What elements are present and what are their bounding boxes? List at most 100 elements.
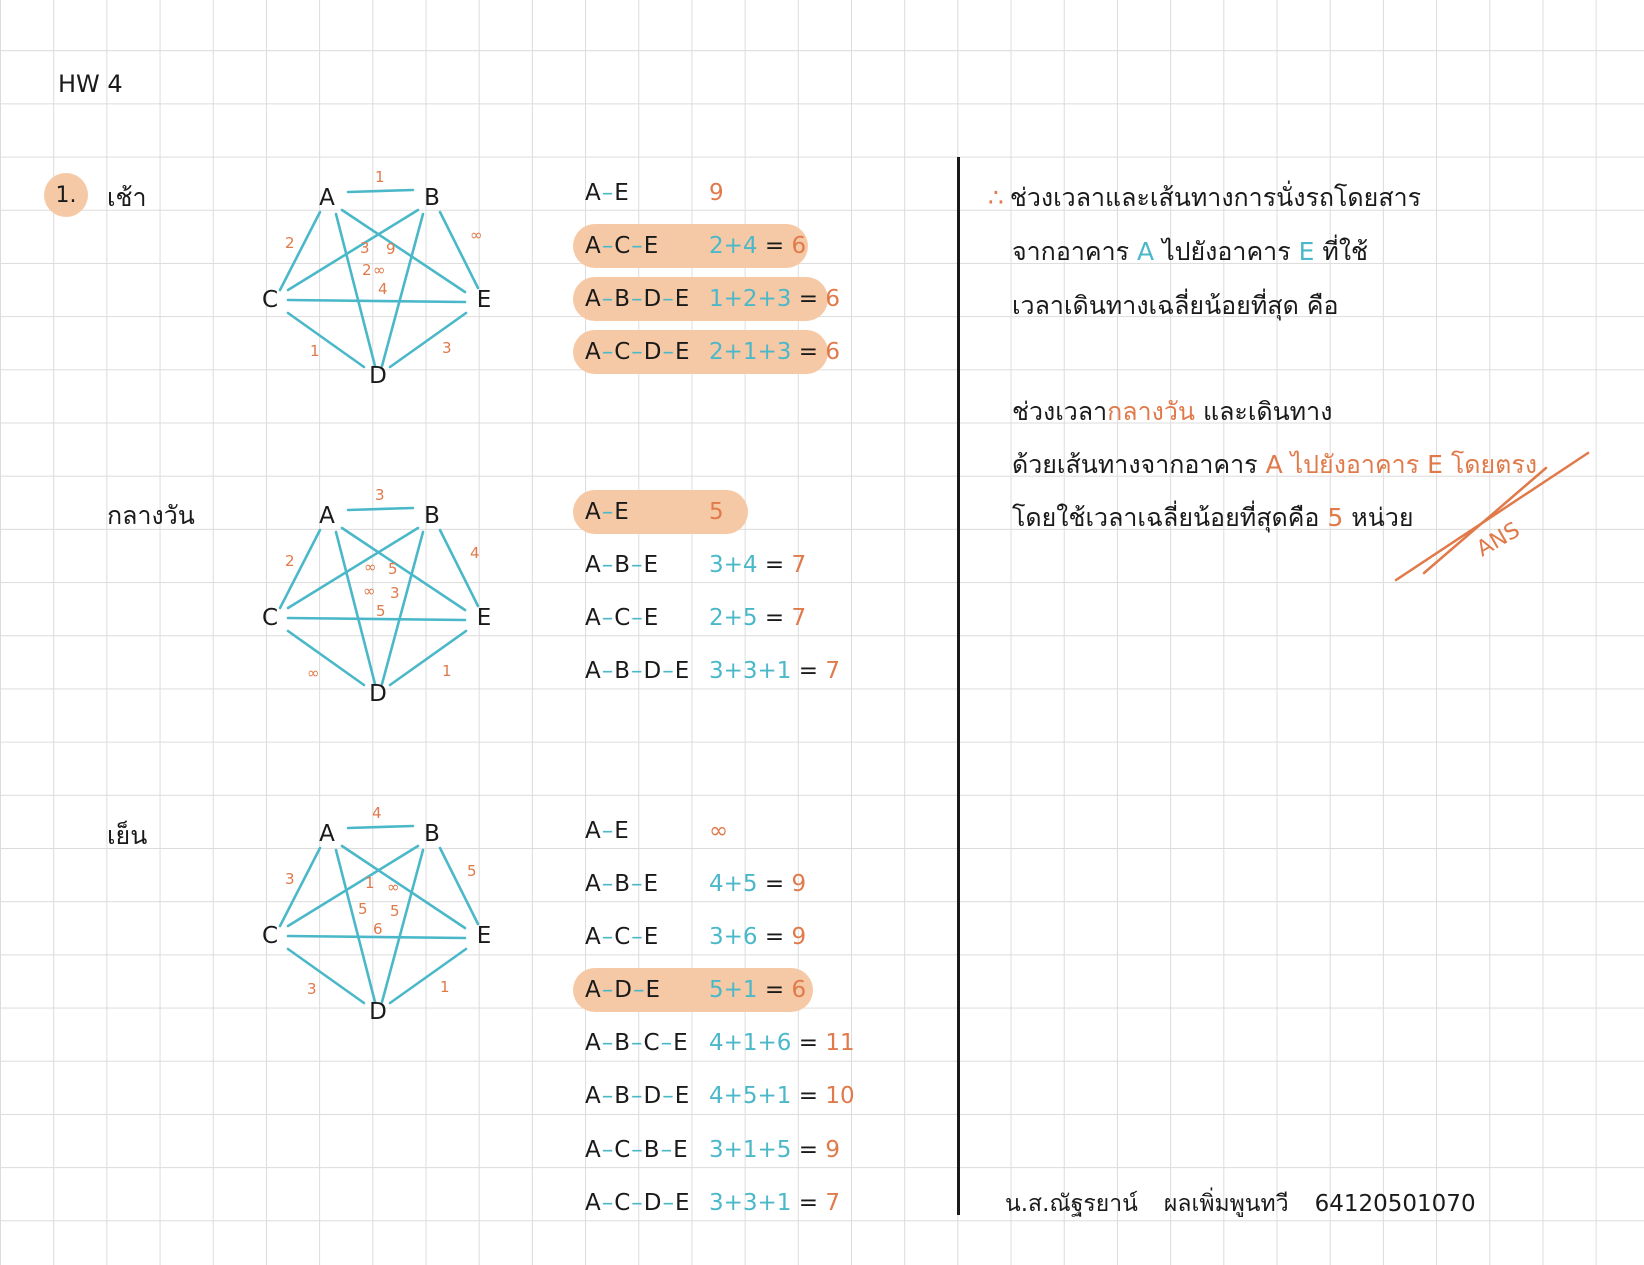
route-sum: 3+6 [709, 924, 758, 950]
route-node: A [585, 286, 602, 312]
route-sum: 5+1 [709, 977, 758, 1003]
route-dash: – [631, 1030, 644, 1056]
route-calc: 5 [709, 499, 724, 525]
edge-de [388, 947, 468, 1005]
route-path: A–B–D–E [585, 658, 709, 684]
route-sum: 2+4 [709, 233, 758, 259]
route-dash: – [631, 658, 644, 684]
node-d: D [369, 363, 387, 389]
route-dash: – [631, 871, 644, 897]
node-d: D [369, 999, 387, 1025]
route-equals: = [757, 552, 792, 578]
route-result: 7 [825, 1190, 840, 1216]
route-calc: 3+3+1 = 7 [709, 658, 840, 684]
route-node: C [614, 1137, 632, 1163]
node-a: A [319, 821, 335, 847]
route-equals: = [757, 871, 792, 897]
weight-ae: ∞ [373, 261, 386, 279]
edge-ad [334, 848, 377, 1004]
answer-text-4a: ช่วงเวลา [1012, 397, 1108, 426]
route-node: B [614, 552, 632, 578]
weight-bd: ∞ [387, 878, 400, 896]
edge-bd [380, 530, 425, 686]
answer-text-2c: ไปยังอาคาร [1162, 237, 1291, 266]
route-result: 9 [791, 924, 807, 950]
weight-be: 4 [470, 544, 480, 562]
route-dash: – [601, 286, 615, 312]
route-row: A–E ∞ [585, 813, 728, 849]
node-c: C [262, 605, 278, 631]
weight-ab: 1 [375, 168, 385, 186]
route-path: A–E [585, 499, 709, 525]
edge-de [388, 311, 468, 369]
node-c: C [262, 923, 278, 949]
edge-be [438, 846, 480, 926]
edge-ab [346, 188, 415, 194]
answer-text-1: ช่วงเวลาและเส้นทางการนั่งรถโดยสาร [1009, 183, 1422, 212]
ans-stroke-1 [1394, 451, 1590, 582]
signature: น.ส.ณัฐรยาน์ ผลเพิ่มพูนทวี 64120501070 [1005, 1186, 1502, 1222]
route-path: A–B–E [585, 871, 709, 897]
route-dash: – [601, 1083, 615, 1109]
route-calc: 2+5 = 7 [709, 605, 806, 631]
route-dash: – [601, 180, 615, 206]
route-dash: – [632, 977, 646, 1003]
route-node: D [643, 286, 663, 312]
route-path: A–D–E [585, 977, 709, 1003]
route-row: A–E 5 [573, 490, 748, 534]
route-path: A–C–E [585, 233, 709, 259]
period-label-evening: เย็น [107, 821, 148, 850]
route-node: C [614, 605, 632, 631]
node-b: B [424, 821, 440, 847]
node-d: D [369, 681, 387, 707]
answer-line-3: เวลาเดินทางเฉลี่ยน้อยที่สุด คือ [1012, 291, 1339, 320]
route-equals: = [791, 1083, 826, 1109]
weight-ce: 5 [376, 602, 386, 620]
answer-min-time: 5 [1327, 503, 1344, 532]
route-result: 6 [791, 233, 807, 259]
route-node: A [585, 1190, 602, 1216]
answer-text-2a: จากอาคาร [1012, 237, 1130, 266]
route-row: A–C–D–E 3+3+1 = 7 [585, 1185, 840, 1221]
node-e: E [477, 923, 492, 949]
route-result: 9 [791, 871, 807, 897]
route-result: 10 [825, 1083, 855, 1109]
route-dash: – [631, 1083, 644, 1109]
weight-bd: 9 [386, 240, 396, 258]
route-node: E [614, 180, 630, 206]
route-row: A–B–E 4+5 = 9 [585, 866, 806, 902]
route-dash: – [601, 1030, 615, 1056]
route-node: A [585, 605, 602, 631]
answer-period-noon: กลางวัน [1107, 397, 1195, 426]
answer-line-4: ช่วงเวลากลางวัน และเดินทาง [1012, 392, 1332, 432]
route-node: A [585, 977, 602, 1003]
route-sum: 2+1+3 [709, 339, 792, 365]
weight-ab: 3 [375, 486, 385, 504]
route-node: E [673, 1030, 689, 1056]
route-node: A [585, 658, 602, 684]
route-calc: 5+1 = 6 [709, 977, 806, 1003]
route-dash: – [601, 605, 615, 631]
route-result: 9 [709, 180, 724, 206]
node-b: B [424, 185, 440, 211]
route-node: E [643, 871, 660, 897]
route-dash: – [662, 1083, 675, 1109]
vertical-divider [957, 157, 960, 1215]
period-label-noon: กลางวัน [107, 501, 195, 530]
node-e: E [477, 287, 492, 313]
route-dash: – [631, 552, 644, 578]
route-node: E [674, 1083, 691, 1109]
route-row: A–B–C–E 4+1+6 = 11 [585, 1025, 855, 1061]
route-sum: 2+5 [709, 605, 758, 631]
weight-ce: 6 [373, 920, 383, 938]
node-e: E [477, 605, 492, 631]
route-calc: 3+3+1 = 7 [709, 1190, 840, 1216]
route-result: 7 [825, 658, 840, 684]
route-dash: – [631, 286, 644, 312]
route-equals: = [791, 339, 826, 365]
answer-text-4c: และเดินทาง [1202, 397, 1333, 426]
route-dash: – [601, 871, 615, 897]
answer-line-2: จากอาคาร A ไปยังอาคาร E ที่ใช้ [1012, 232, 1368, 272]
route-node: B [614, 658, 632, 684]
edge-ce [286, 298, 467, 304]
